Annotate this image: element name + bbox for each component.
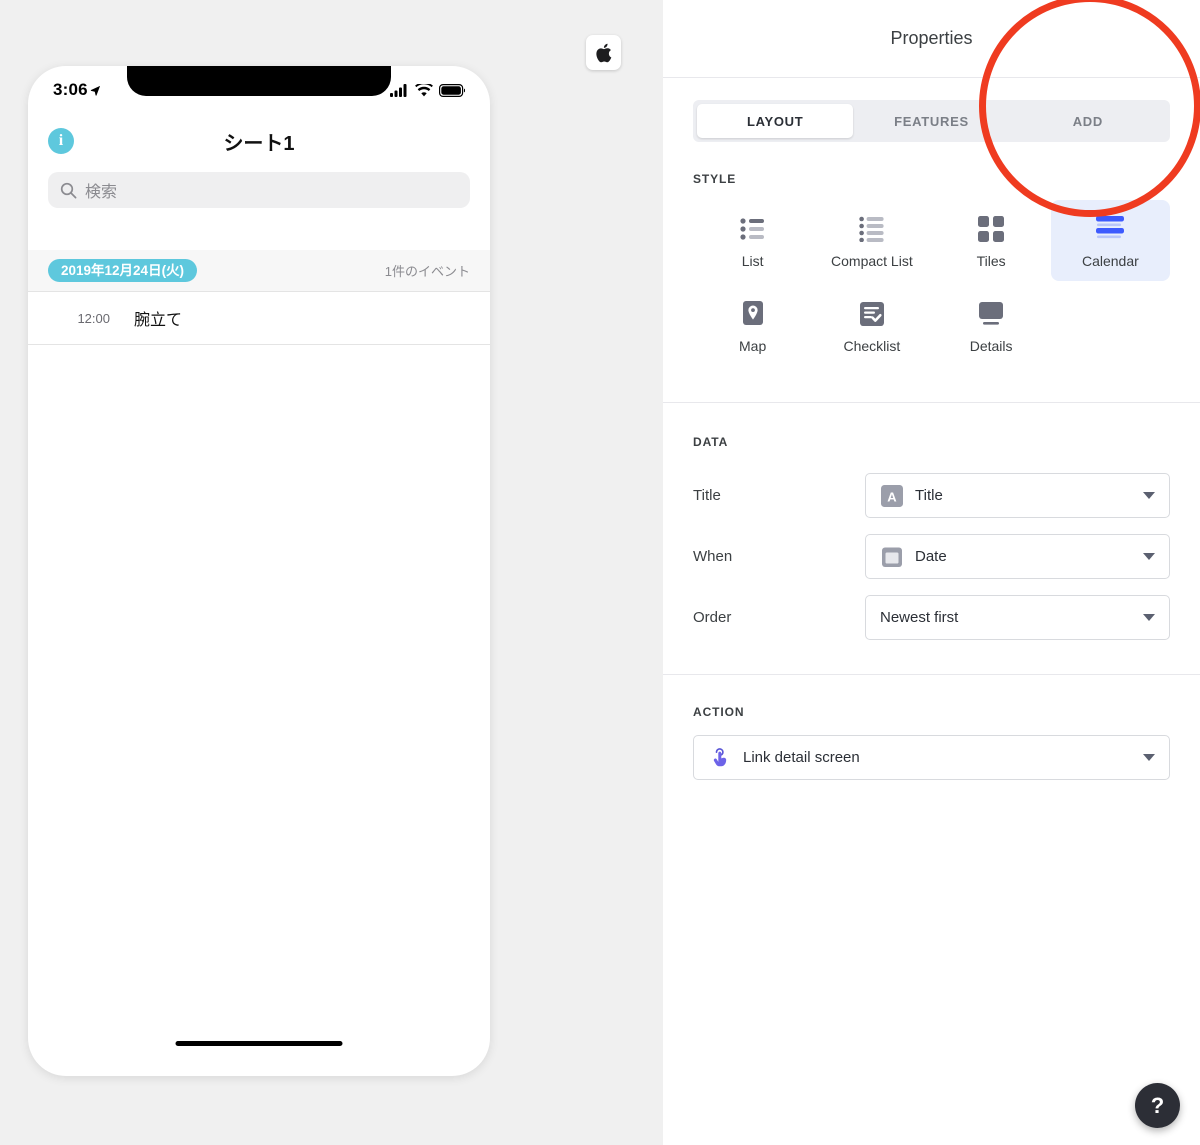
event-time: 12:00	[77, 310, 110, 326]
action-section: ACTION Link detail screen	[663, 705, 1200, 780]
checklist-icon	[859, 299, 885, 329]
event-title: 腕立て	[134, 312, 183, 329]
status-time: 3:06	[53, 80, 88, 99]
home-indicator	[175, 1041, 343, 1046]
data-section: DATA Title A Title When Date Order Newes…	[663, 435, 1200, 640]
svg-text:A: A	[887, 489, 897, 504]
style-option-label: List	[741, 253, 764, 269]
battery-icon	[439, 83, 465, 97]
phone-search-wrap: 検索	[28, 172, 490, 208]
order-select-value: Newest first	[880, 609, 959, 626]
style-option-label: Details	[969, 338, 1013, 354]
status-time-group: 3:06	[53, 80, 101, 100]
page-title: Properties	[890, 28, 973, 48]
action-section-label: ACTION	[693, 705, 745, 719]
style-option-map[interactable]: Map	[693, 285, 812, 366]
phone-notch	[127, 66, 391, 96]
screenshot-root: 3:06 i シート1 検索 2019年12月24日(火) 1件のイベント 12…	[0, 0, 1200, 1145]
cellular-signal-icon	[390, 83, 407, 97]
tab-layout[interactable]: LAYOUT	[697, 104, 854, 138]
map-pin-icon	[741, 299, 765, 329]
event-count-label: 1件のイベント	[384, 264, 470, 279]
tap-finger-icon	[713, 747, 727, 766]
style-option-compact-list[interactable]: Compact List	[812, 200, 931, 281]
action-select-value: Link detail screen	[743, 749, 860, 766]
title-select-value: Title	[915, 487, 943, 504]
field-row-order: Order Newest first	[693, 595, 1170, 640]
when-select-value: Date	[915, 548, 947, 565]
field-row-when: When Date	[693, 534, 1170, 579]
style-option-details[interactable]: Details	[932, 285, 1051, 366]
style-option-list[interactable]: List	[693, 200, 812, 281]
style-option-label: Compact List	[831, 253, 913, 269]
location-arrow-icon	[90, 85, 100, 96]
calendar-icon	[1096, 214, 1125, 244]
style-option-calendar[interactable]: Calendar	[1050, 200, 1170, 281]
tab-add[interactable]: ADD	[1010, 104, 1166, 138]
style-option-label: Map	[739, 338, 767, 354]
phone-nav-bar: i シート1	[28, 114, 490, 168]
info-circle-icon[interactable]: i	[48, 128, 74, 154]
phone-mockup: 3:06 i シート1 検索 2019年12月24日(火) 1件のイベント 12…	[28, 66, 490, 1076]
field-label-title: Title	[693, 487, 721, 504]
date-field-icon	[882, 547, 902, 567]
section-divider	[663, 402, 1200, 403]
style-option-label: Calendar	[1081, 253, 1139, 269]
style-section-label: STYLE	[693, 172, 737, 186]
list-icon	[740, 214, 766, 244]
compact-list-icon	[859, 214, 885, 244]
tiles-icon	[978, 214, 1005, 244]
tab-features[interactable]: FEATURES	[853, 104, 1009, 138]
phone-sheet-title: シート1	[223, 132, 295, 155]
apple-logo-glyph	[596, 43, 612, 62]
style-section: STYLE List Compact List Tiles Calendar M…	[663, 172, 1200, 366]
when-select[interactable]: Date	[865, 534, 1170, 579]
section-divider	[663, 674, 1200, 675]
help-button[interactable]: ?	[1135, 1083, 1180, 1128]
style-option-tiles[interactable]: Tiles	[932, 200, 1051, 281]
action-select[interactable]: Link detail screen	[693, 735, 1170, 780]
panel-tabbar: LAYOUT FEATURES ADD	[693, 100, 1170, 142]
data-section-label: DATA	[693, 435, 729, 449]
style-options-grid: List Compact List Tiles Calendar Map Che…	[693, 200, 1170, 366]
panel-header: Properties	[663, 0, 1200, 78]
search-input[interactable]: 検索	[48, 172, 470, 208]
field-label-order: Order	[693, 609, 732, 626]
properties-panel: Properties LAYOUT FEATURES ADD STYLE Lis…	[663, 0, 1200, 1145]
style-option-label: Checklist	[843, 338, 901, 354]
search-icon	[60, 182, 77, 198]
title-select[interactable]: A Title	[865, 473, 1170, 518]
apple-logo-icon[interactable]	[586, 35, 621, 70]
wifi-icon	[415, 83, 433, 96]
event-date-header: 2019年12月24日(火) 1件のイベント	[28, 250, 490, 292]
date-chip: 2019年12月24日(火)	[48, 258, 198, 283]
style-option-checklist[interactable]: Checklist	[812, 285, 931, 366]
search-placeholder: 検索	[85, 184, 118, 201]
status-icons-group	[390, 83, 465, 97]
style-option-label: Tiles	[976, 253, 1006, 269]
text-field-icon: A	[881, 484, 903, 507]
chevron-down-icon	[1143, 614, 1155, 621]
details-icon	[978, 299, 1004, 329]
field-label-when: When	[693, 548, 733, 565]
field-row-title: Title A Title	[693, 473, 1170, 518]
list-item[interactable]: 12:00 腕立て	[28, 292, 490, 345]
chevron-down-icon	[1143, 754, 1155, 761]
chevron-down-icon	[1143, 553, 1155, 560]
order-select[interactable]: Newest first	[865, 595, 1170, 640]
chevron-down-icon	[1143, 492, 1155, 499]
preview-canvas: 3:06 i シート1 検索 2019年12月24日(火) 1件のイベント 12…	[0, 0, 663, 1145]
